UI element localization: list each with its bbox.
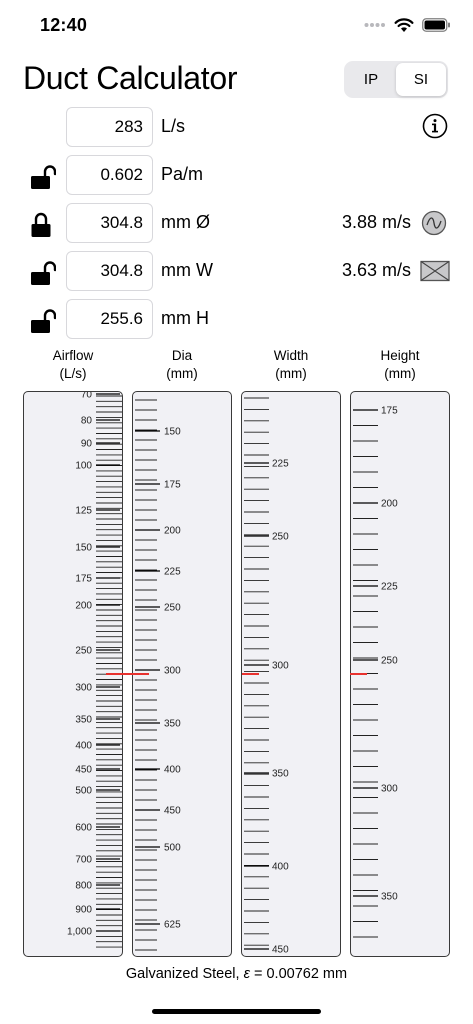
wifi-icon <box>394 17 414 32</box>
roughness-value: = 0.00762 mm <box>249 966 348 982</box>
scale-label: 250 <box>75 646 92 657</box>
airflow-scale-header: Airflow (L/s) <box>23 347 123 383</box>
home-indicator[interactable] <box>152 1009 321 1014</box>
scale-label: 350 <box>164 719 181 730</box>
value-marker <box>242 673 259 675</box>
friction-unit: Pa/m <box>161 164 204 184</box>
scale-label: 500 <box>75 786 92 797</box>
width-scale-title: Width <box>273 348 309 363</box>
scale-label: 90 <box>81 439 93 450</box>
scale-label: 700 <box>75 855 92 866</box>
units-toggle[interactable]: IP SI <box>344 61 448 98</box>
width-scale-unit: (mm) <box>275 366 307 381</box>
value-marker <box>106 673 149 675</box>
height-unit: mm H <box>161 308 209 328</box>
scale-label: 175 <box>164 480 181 491</box>
scale-label: 300 <box>381 784 398 795</box>
scale-label: 300 <box>164 666 181 677</box>
scale-label: 150 <box>164 427 181 438</box>
scale-label: 200 <box>164 526 181 537</box>
battery-icon <box>422 18 450 32</box>
width-input[interactable] <box>66 251 153 291</box>
friction-row: Pa/m <box>0 155 473 195</box>
width-row: mm W 3.63 m/s <box>0 251 473 291</box>
rectangular-duct-icon[interactable] <box>420 260 450 282</box>
dia-scale-unit: (mm) <box>166 366 198 381</box>
status-bar: 12:40 <box>0 0 473 50</box>
lock-open-icon[interactable] <box>30 308 56 334</box>
height-input[interactable] <box>66 299 153 339</box>
scale-label: 350 <box>272 769 289 780</box>
round-velocity: 3.88 m/s <box>341 212 411 232</box>
scale-label: 200 <box>75 601 92 612</box>
scale-label: 125 <box>75 506 92 517</box>
diameter-input[interactable] <box>66 203 153 243</box>
scale-label: 400 <box>75 741 92 752</box>
scale-label: 450 <box>272 945 289 956</box>
airflow-scale-title: Airflow <box>52 348 94 363</box>
lock-open-icon[interactable] <box>30 164 56 190</box>
rectangular-velocity: 3.63 m/s <box>341 260 411 280</box>
scale-label: 600 <box>75 823 92 834</box>
lock-closed-icon[interactable] <box>30 212 56 238</box>
signal-icon <box>364 23 385 27</box>
scale-label: 70 <box>81 392 93 401</box>
scale-label: 625 <box>164 920 181 931</box>
scale-label: 450 <box>75 765 92 776</box>
scale-label: 225 <box>381 582 398 593</box>
scale-label: 225 <box>164 567 181 578</box>
scale-label: 500 <box>164 843 181 854</box>
scale-label: 800 <box>75 881 92 892</box>
scale-label: 400 <box>272 862 289 873</box>
height-row: mm H <box>0 299 473 339</box>
status-time: 12:40 <box>40 15 88 35</box>
scale-label: 225 <box>272 459 289 470</box>
scale-label: 250 <box>272 532 289 543</box>
units-option-si[interactable]: SI <box>396 63 446 96</box>
scale-label: 80 <box>81 416 93 427</box>
material-label: Galvanized Steel, <box>125 966 244 982</box>
width-scale-header: Width (mm) <box>241 347 341 383</box>
scale-label: 250 <box>164 603 181 614</box>
dia-scale-header: Dia (mm) <box>132 347 232 383</box>
airflow-unit: L/s <box>161 116 186 136</box>
scale-label: 300 <box>272 661 289 672</box>
scale-label: 1,000 <box>67 927 92 938</box>
scale-label: 450 <box>164 806 181 817</box>
airflow-row: L/s <box>0 107 473 147</box>
height-scale-title: Height <box>380 348 420 363</box>
diameter-unit: mm Ø <box>161 212 210 232</box>
scale-label: 175 <box>75 574 92 585</box>
airflow-input[interactable] <box>66 107 153 147</box>
diameter-row: mm Ø 3.88 m/s <box>0 203 473 243</box>
scale-label: 150 <box>75 543 92 554</box>
units-option-ip[interactable]: IP <box>346 63 396 96</box>
round-duct-icon[interactable] <box>421 210 447 236</box>
status-icons <box>364 15 451 35</box>
scale-label: 175 <box>381 406 398 417</box>
scale-label: 350 <box>75 715 92 726</box>
lock-open-icon[interactable] <box>30 260 56 286</box>
width-unit: mm W <box>161 260 213 280</box>
airflow-scale-unit: (L/s) <box>59 366 87 381</box>
value-marker <box>350 673 367 675</box>
scale-label: 400 <box>164 765 181 776</box>
scale-label: 900 <box>75 905 92 916</box>
scale-label: 100 <box>75 461 92 472</box>
scale-label: 350 <box>381 892 398 903</box>
height-scale-unit: (mm) <box>384 366 416 381</box>
height-scale-header: Height (mm) <box>350 347 450 383</box>
material-footer: Galvanized Steel, ε = 0.00762 mm <box>0 966 473 982</box>
scale-label: 250 <box>381 656 398 667</box>
page-title: Duct Calculator <box>23 60 238 96</box>
dia-scale-title: Dia <box>171 348 193 363</box>
friction-input[interactable] <box>66 155 153 195</box>
scale-label: 200 <box>381 499 398 510</box>
scale-label: 300 <box>75 683 92 694</box>
